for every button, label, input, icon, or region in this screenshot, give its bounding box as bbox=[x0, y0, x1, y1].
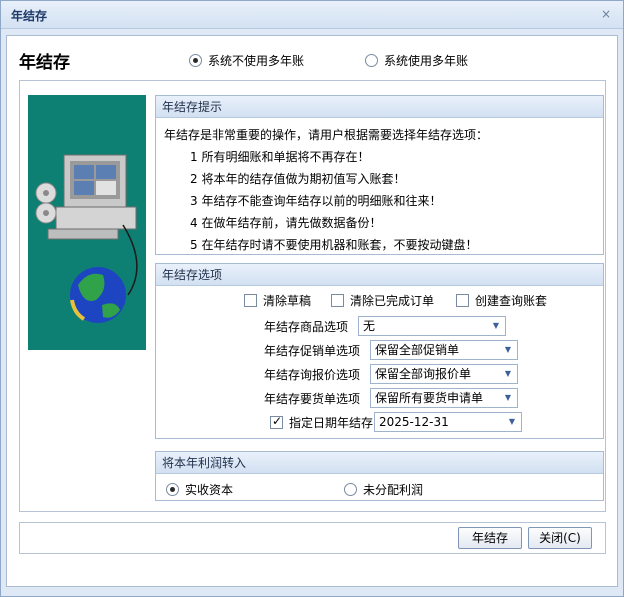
page-title: 年结存 bbox=[19, 53, 70, 73]
options-group: 年结存选项 清除草稿 清除已完成订单 创建查询账套 年结存商品选项 无 ▼ 年结… bbox=[155, 263, 604, 439]
title-bar: 年结存 × bbox=[1, 1, 623, 29]
tips-intro: 年结存是非常重要的操作，请用户根据需要选择年结存选项： bbox=[164, 128, 489, 142]
radio-indicator[interactable] bbox=[344, 483, 357, 496]
checkbox-indicator[interactable] bbox=[244, 294, 257, 307]
computer-illustration bbox=[28, 95, 146, 350]
select-value: 保留全部促销单 bbox=[375, 343, 460, 357]
select-value: 保留所有要货申请单 bbox=[375, 391, 484, 405]
chevron-down-icon[interactable]: ▼ bbox=[507, 413, 517, 431]
checkbox-specify-date[interactable]: 指定日期年结存 bbox=[270, 414, 373, 431]
chevron-down-icon[interactable]: ▼ bbox=[503, 341, 513, 359]
radio-undistributed-profit[interactable]: 未分配利润 bbox=[344, 481, 423, 498]
options-header: 年结存选项 bbox=[156, 264, 603, 286]
radio-indicator[interactable] bbox=[189, 54, 202, 67]
date-picker[interactable]: 2025-12-31 ▼ bbox=[374, 412, 522, 432]
profit-header: 将本年利润转入 bbox=[156, 452, 603, 474]
close-icon[interactable]: × bbox=[599, 7, 613, 21]
radio-label: 未分配利润 bbox=[363, 483, 424, 497]
window-title: 年结存 bbox=[11, 9, 48, 23]
checkbox-label: 创建查询账套 bbox=[475, 294, 548, 308]
select-quote-option[interactable]: 保留全部询报价单 ▼ bbox=[370, 364, 518, 384]
chevron-down-icon[interactable]: ▼ bbox=[503, 389, 513, 407]
select-promo-option[interactable]: 保留全部促销单 ▼ bbox=[370, 340, 518, 360]
chevron-down-icon[interactable]: ▼ bbox=[491, 317, 501, 335]
select-value: 无 bbox=[363, 319, 376, 333]
tips-group: 年结存提示 年结存是非常重要的操作，请用户根据需要选择年结存选项： 1 所有明细… bbox=[155, 95, 604, 255]
checkbox-create-query-book[interactable]: 创建查询账套 bbox=[456, 292, 547, 309]
checkbox-label: 清除草稿 bbox=[263, 294, 312, 308]
radio-label: 系统不使用多年账 bbox=[208, 54, 305, 68]
checkbox-clear-completed-orders[interactable]: 清除已完成订单 bbox=[331, 292, 434, 309]
radio-paid-in-capital[interactable]: 实收资本 bbox=[166, 481, 233, 498]
dialog-window: 年结存 × 年结存 系统不使用多年账 系统使用多年账 年结存提示 年结存是非常重… bbox=[0, 0, 624, 597]
radio-multi-year[interactable]: 系统使用多年账 bbox=[365, 52, 468, 69]
field-label-quote: 年结存询报价选项 bbox=[263, 368, 360, 382]
tip-item: 1 所有明细账和单据将不再存在！ bbox=[190, 150, 370, 164]
checkbox-indicator[interactable] bbox=[331, 294, 344, 307]
main-panel: 年结存提示 年结存是非常重要的操作，请用户根据需要选择年结存选项： 1 所有明细… bbox=[19, 80, 606, 512]
select-value: 保留全部询报价单 bbox=[375, 367, 472, 381]
tip-item: 5 在年结存时请不要使用机器和账套，不要按动键盘！ bbox=[190, 238, 478, 252]
radio-label: 实收资本 bbox=[185, 483, 234, 497]
chevron-down-icon[interactable]: ▼ bbox=[503, 365, 513, 383]
checkbox-label: 指定日期年结存 bbox=[289, 416, 374, 430]
checkbox-indicator[interactable] bbox=[456, 294, 469, 307]
tip-item: 4 在做年结存前，请先做数据备份！ bbox=[190, 216, 382, 230]
select-requisition-option[interactable]: 保留所有要货申请单 ▼ bbox=[370, 388, 518, 408]
radio-indicator[interactable] bbox=[365, 54, 378, 67]
date-value: 2025-12-31 bbox=[379, 415, 449, 429]
field-label-requisition: 年结存要货单选项 bbox=[263, 392, 360, 406]
radio-label: 系统使用多年账 bbox=[384, 54, 469, 68]
radio-indicator[interactable] bbox=[166, 483, 179, 496]
profit-group: 将本年利润转入 实收资本 未分配利润 bbox=[155, 451, 604, 501]
radio-no-multi-year[interactable]: 系统不使用多年账 bbox=[189, 52, 304, 69]
close-button[interactable]: 关闭(C) bbox=[528, 527, 592, 549]
tip-item: 3 年结存不能查询年结存以前的明细账和往来！ bbox=[190, 194, 442, 208]
checkbox-clear-drafts[interactable]: 清除草稿 bbox=[244, 292, 311, 309]
field-label-promo: 年结存促销单选项 bbox=[263, 344, 360, 358]
tip-item: 2 将本年的结存值做为期初值写入账套！ bbox=[190, 172, 406, 186]
checkbox-indicator[interactable] bbox=[270, 414, 283, 429]
tips-header: 年结存提示 bbox=[156, 96, 603, 118]
checkbox-label: 清除已完成订单 bbox=[350, 294, 435, 308]
year-end-button[interactable]: 年结存 bbox=[458, 527, 522, 549]
select-goods-option[interactable]: 无 ▼ bbox=[358, 316, 506, 336]
dialog-body: 年结存 系统不使用多年账 系统使用多年账 年结存提示 年结存是非常重要的操作，请… bbox=[6, 35, 618, 587]
button-bar: 年结存 关闭(C) bbox=[19, 522, 606, 554]
field-label-goods: 年结存商品选项 bbox=[263, 320, 348, 334]
computer-globe-icon bbox=[28, 95, 146, 350]
